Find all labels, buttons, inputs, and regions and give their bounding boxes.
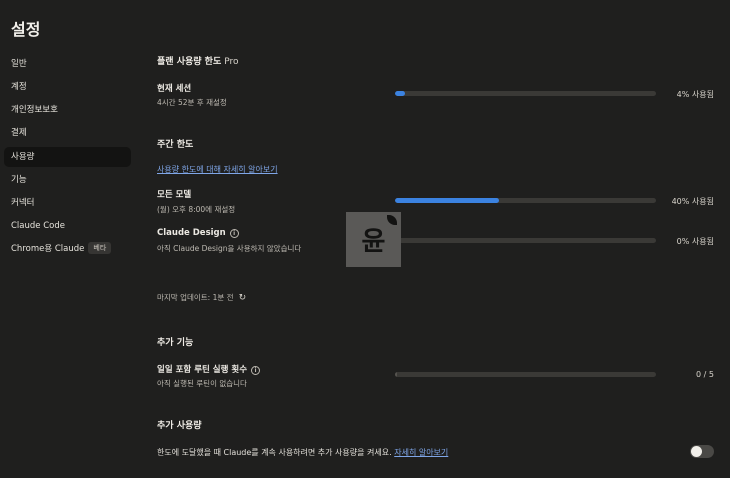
routine-label: 일일 포함 루틴 실행 횟수 (157, 365, 248, 375)
extra-usage-description: 한도에 도달했을 때 Claude를 계속 사용하려면 추가 사용량을 켜세요. (157, 448, 392, 457)
watermark-glyph: 윤 (361, 227, 386, 257)
routine-progress (395, 372, 656, 377)
plan-badge: Pro (224, 57, 239, 67)
sidebar-item-label: Claude Code (11, 221, 65, 231)
sidebar-item-label: 사용량 (11, 152, 35, 162)
sidebar-item-usage[interactable]: 사용량 (4, 147, 131, 167)
sidebar-item-privacy[interactable]: 개인정보보호 (4, 100, 131, 120)
claude-design-label: Claude Design (157, 228, 226, 238)
sidebar-item-connectors[interactable]: 커넥터 (4, 193, 131, 213)
info-icon[interactable]: i (229, 229, 239, 238)
routine-status: 0 / 5 (696, 370, 714, 379)
all-models-status: 40% 사용됨 (671, 197, 714, 206)
extra-usage-toggle[interactable] (690, 445, 714, 458)
info-icon[interactable]: i (251, 366, 261, 375)
usage-limits-learn-link[interactable]: 사용량 한도에 대해 자세히 알아보기 (157, 164, 278, 175)
current-session-label: 현재 세션 (157, 84, 192, 94)
claude-design-heading: Claude Design i (157, 228, 239, 238)
current-session-progress (395, 91, 656, 96)
watermark-logo: 윤 (346, 212, 401, 267)
routine-sub: 아직 실행된 루틴이 없습니다 (157, 379, 247, 388)
plan-limits-heading: 플랜 사용량 한도 Pro (157, 54, 239, 67)
routine-heading: 일일 포함 루틴 실행 횟수 i (157, 363, 261, 375)
extra-usage-title: 추가 사용량 (157, 421, 202, 431)
sidebar-item-label: 커넥터 (11, 198, 35, 208)
leaf-icon (387, 215, 397, 225)
sidebar-item-label: 계정 (11, 82, 27, 92)
sidebar-item-label: 개인정보보호 (11, 105, 58, 115)
all-models-reset: (월) 오후 8:00에 재설정 (157, 205, 236, 214)
usage-panel: 플랜 사용량 한도 Pro 현재 세션 4시간 52분 후 재설정 4% 사용됨 … (157, 0, 730, 478)
current-session-status: 4% 사용됨 (676, 90, 714, 99)
last-updated-row: 마지막 업데이트: 1분 전 ↻ (157, 292, 246, 303)
claude-design-status: 0% 사용됨 (676, 237, 714, 246)
sidebar-item-features[interactable]: 기능 (4, 170, 131, 190)
cut-off-row (157, 472, 159, 478)
extra-usage-learn-link[interactable]: 자세히 알아보기 (394, 448, 448, 457)
all-models-label: 모든 모델 (157, 190, 192, 200)
extra-usage-row: 한도에 도달했을 때 Claude를 계속 사용하려면 추가 사용량을 켜세요.… (157, 447, 448, 458)
plan-limits-title: 플랜 사용량 한도 (157, 57, 222, 67)
claude-design-progress (395, 238, 656, 243)
sidebar-item-general[interactable]: 일반 (4, 54, 131, 74)
toggle-knob (691, 446, 702, 457)
refresh-icon[interactable]: ↻ (239, 293, 247, 303)
sidebar-item-claude-code[interactable]: Claude Code (4, 216, 131, 236)
sidebar-item-label: 일반 (11, 59, 27, 69)
sidebar-item-label: Chrome용 Claude (11, 244, 85, 254)
routine-progress-fill (395, 372, 398, 377)
additional-features-title: 추가 기능 (157, 338, 194, 348)
sidebar-item-label: 결제 (11, 128, 27, 138)
last-updated-text: 마지막 업데이트: 1분 전 (157, 293, 234, 302)
weekly-limits-title: 주간 한도 (157, 140, 194, 150)
sidebar-item-claude-for-chrome[interactable]: Chrome용 Claude 베타 (4, 239, 131, 259)
sidebar-item-account[interactable]: 계정 (4, 77, 131, 97)
sidebar-item-label: 기능 (11, 175, 27, 185)
claude-design-sub: 아직 Claude Design을 사용하지 않았습니다 (157, 244, 302, 253)
current-session-progress-fill (395, 91, 406, 96)
current-session-reset: 4시간 52분 후 재설정 (157, 98, 227, 107)
page-title: 설정 (11, 20, 41, 39)
all-models-progress (395, 198, 656, 203)
sidebar-item-billing[interactable]: 결제 (4, 123, 131, 143)
all-models-progress-fill (395, 198, 500, 203)
beta-badge: 베타 (88, 242, 112, 254)
